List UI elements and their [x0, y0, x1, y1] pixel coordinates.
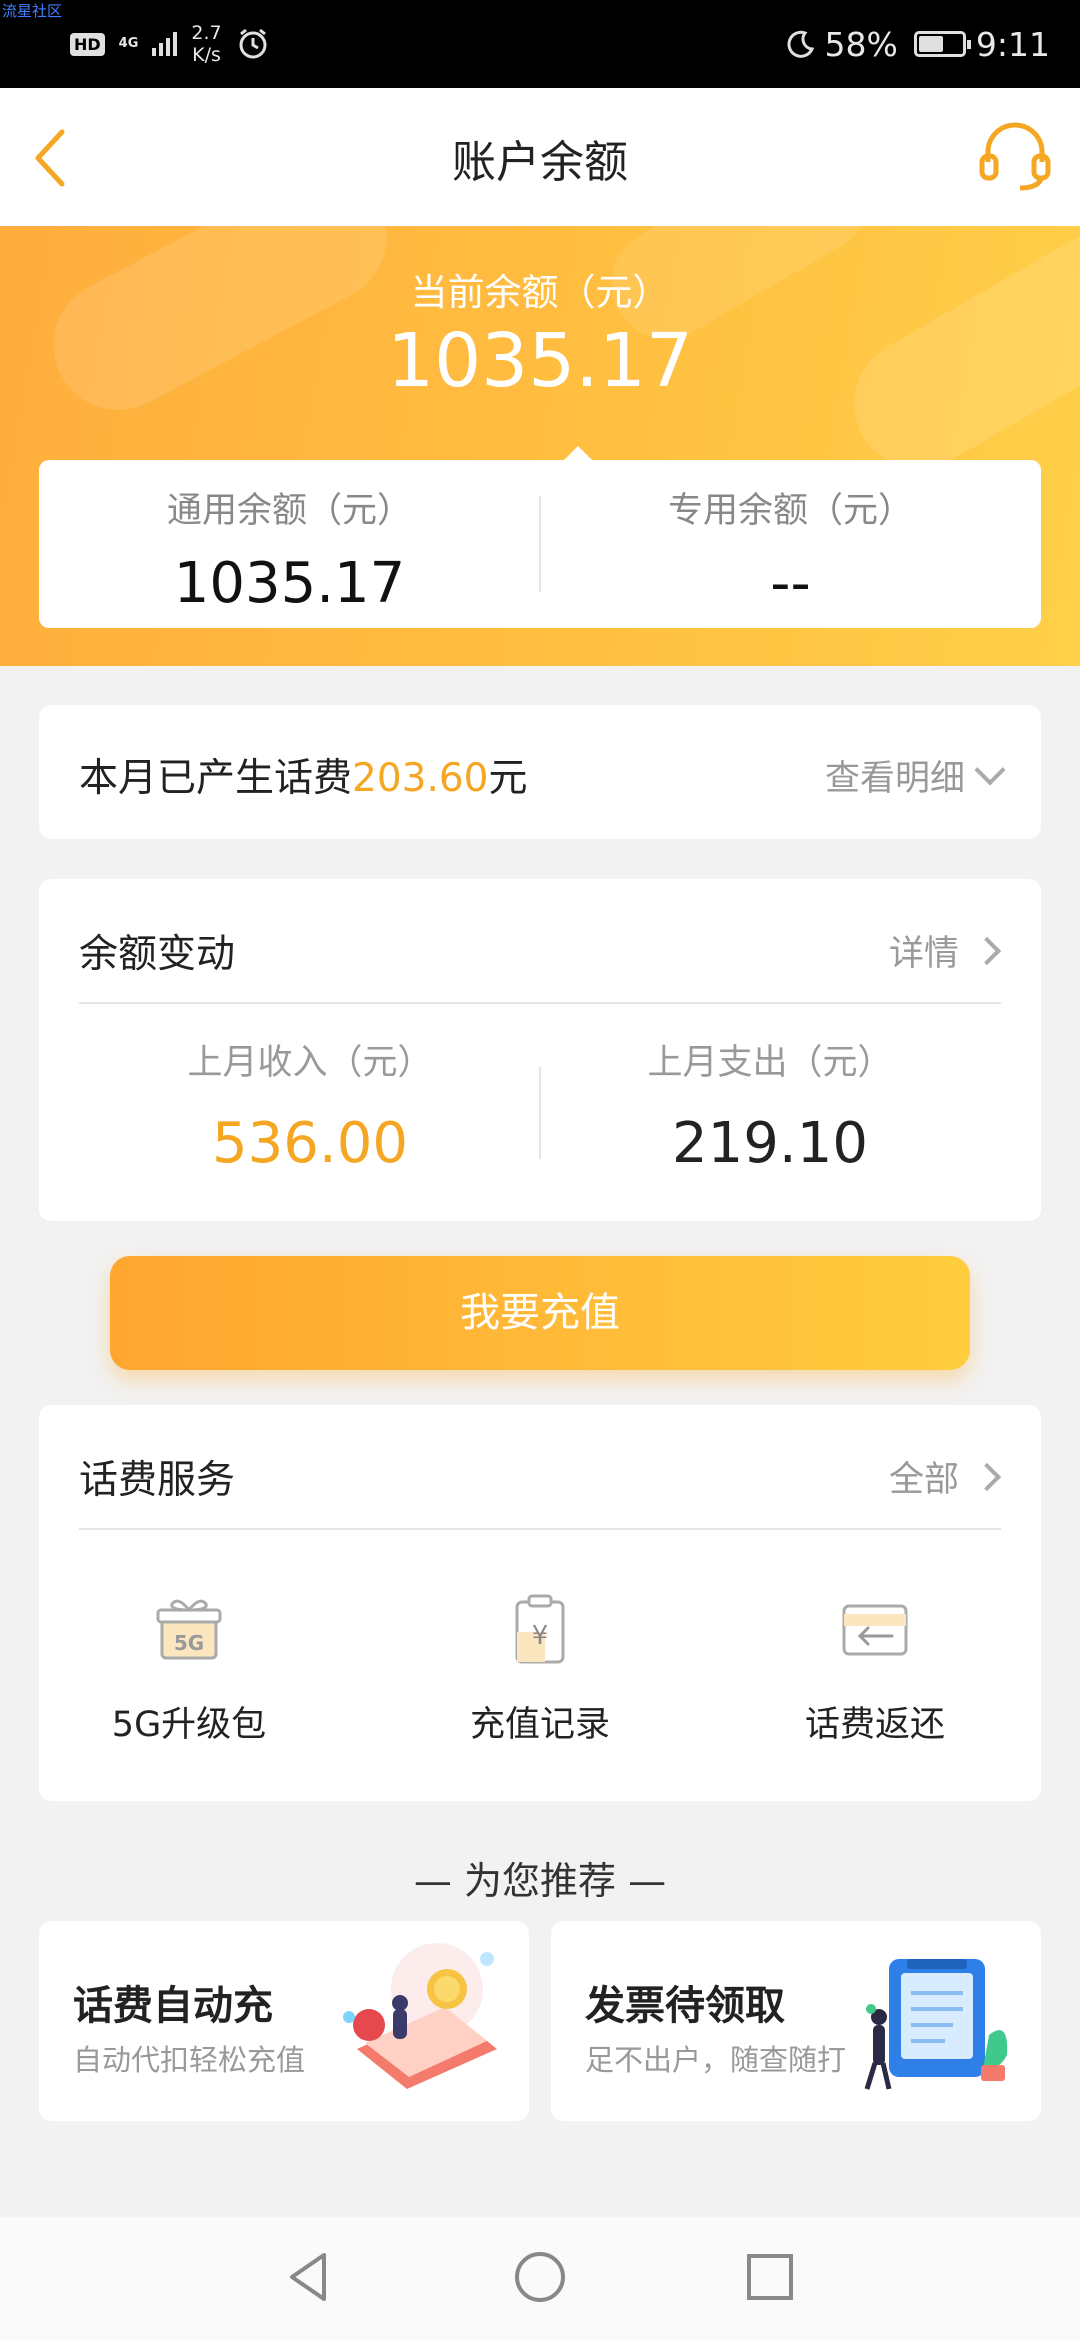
chevron-down-icon: [974, 753, 1006, 786]
recharge-button[interactable]: 我要充值: [110, 1256, 970, 1370]
recommend-card-subtitle: 自动代扣轻松充值: [73, 2043, 306, 2077]
services-all-link[interactable]: 全部: [888, 1451, 1002, 1502]
refund-icon: [842, 1604, 908, 1656]
moon-icon: [787, 30, 814, 58]
balance-hero: 当前余额（元） 1035.17 通用余额（元） 1035.17 专用余额（元） …: [0, 226, 1080, 666]
nav-recents-icon[interactable]: [740, 2247, 800, 2307]
gift-5g-text: 5G: [174, 1631, 204, 1655]
general-balance-value: 1035.17: [173, 551, 406, 616]
general-balance-label: 通用余额（元）: [166, 491, 412, 531]
hd-icon: HD: [70, 32, 105, 56]
status-right: 58% 9:11: [785, 18, 1050, 70]
clock: 9:11: [975, 24, 1050, 64]
network-type: 4G: [118, 36, 139, 51]
yen-text: ¥: [532, 1621, 549, 1651]
phone-services-card: 话费服务 全部 5G 5G升级包 ¥ 充值记录 话费返还: [39, 1405, 1041, 1801]
system-nav-bar: [0, 2217, 1080, 2340]
customer-service-icon[interactable]: [976, 118, 1054, 196]
income-value: 536.00: [212, 1111, 408, 1176]
last-month-expense: 上月支出（元） 219.10: [539, 1034, 1001, 1176]
gift-5g-icon: 5G: [156, 1599, 222, 1660]
service-item-5g-package[interactable]: 5G 5G升级包: [39, 1590, 339, 1747]
recommend-card-invoice[interactable]: 发票待领取 足不出户，随查随打: [551, 1921, 1041, 2121]
service-label: 充值记录: [469, 1705, 610, 1745]
services-title: 话费服务: [79, 1458, 236, 1503]
nav-home-icon[interactable]: [510, 2247, 570, 2307]
recommend-card-subtitle: 足不出户，随查随打: [585, 2043, 847, 2077]
nav-back-icon[interactable]: [280, 2247, 340, 2307]
income-label: 上月收入（元）: [187, 1043, 433, 1083]
balance-change-details-link[interactable]: 详情: [888, 925, 1002, 976]
details-label: 详情: [888, 934, 959, 974]
app-header: 账户余额: [0, 88, 1080, 226]
auto-recharge-illustration: [343, 1943, 497, 2089]
card-notch: [564, 446, 592, 460]
service-label: 话费返还: [804, 1705, 945, 1745]
monthly-bill-text: 本月已产生话费203.60元: [79, 747, 528, 803]
view-details-link[interactable]: 查看明细: [824, 750, 1006, 801]
recommend-title: — 为您推荐 —: [413, 1859, 667, 1903]
service-item-recharge-record[interactable]: ¥ 充值记录: [390, 1590, 690, 1747]
divider: [79, 1002, 1001, 1004]
recommend-card-title: 发票待领取: [585, 1983, 785, 2029]
battery-icon: [913, 31, 971, 57]
bill-prefix: 本月已产生话费: [79, 756, 353, 801]
page-title: 账户余额: [452, 137, 628, 188]
invoice-illustration: [864, 1959, 1008, 2090]
last-month-income: 上月收入（元） 536.00: [79, 1034, 541, 1176]
current-balance-label: 当前余额（元）: [410, 271, 670, 314]
balance-change-title: 余额变动: [79, 932, 236, 977]
special-balance-label: 专用余额（元）: [667, 491, 913, 531]
special-balance: 专用余额（元） --: [540, 460, 1041, 628]
all-label: 全部: [888, 1460, 959, 1500]
watermark: 流星社区: [2, 2, 63, 20]
general-balance: 通用余额（元） 1035.17: [39, 460, 540, 628]
speed-unit: K/s: [192, 44, 221, 66]
recommend-card-title: 话费自动充: [73, 1983, 273, 2029]
monthly-bill-card: 本月已产生话费203.60元 查看明细: [39, 705, 1041, 839]
alarm-icon: [239, 28, 267, 59]
view-details-label: 查看明细: [824, 759, 965, 799]
expense-value: 219.10: [672, 1111, 868, 1176]
battery-fill: [918, 36, 943, 52]
special-balance-value: --: [770, 551, 811, 616]
network-speed: 2.7 K/s: [191, 22, 221, 66]
balance-breakdown-card: 通用余额（元） 1035.17 专用余额（元） --: [39, 446, 1041, 628]
battery-percent: 58%: [824, 24, 898, 64]
bill-amount: 203.60: [352, 756, 489, 801]
bill-suffix: 元: [488, 756, 528, 801]
current-balance-value: 1035.17: [386, 318, 693, 404]
recommend-card-auto-recharge[interactable]: 话费自动充 自动代扣轻松充值: [39, 1921, 529, 2121]
service-label: 5G升级包: [111, 1705, 267, 1745]
divider: [79, 1528, 1001, 1530]
speed-value: 2.7: [191, 22, 222, 44]
status-left: HD 4G 2.7 K/s: [70, 18, 270, 70]
status-bar: 流星社区 HD 4G 2.7 K/s 58% 9:11: [0, 0, 1080, 88]
recharge-record-icon: ¥: [515, 1594, 565, 1664]
expense-label: 上月支出（元）: [647, 1043, 893, 1083]
service-item-fee-refund[interactable]: 话费返还: [725, 1590, 1025, 1747]
chevron-right-icon: [972, 1462, 1002, 1491]
chevron-right-icon: [972, 936, 1002, 965]
signal-icon: [152, 32, 178, 56]
balance-change-card: 余额变动 详情 上月收入（元） 536.00 上月支出（元） 219.10: [39, 879, 1041, 1221]
